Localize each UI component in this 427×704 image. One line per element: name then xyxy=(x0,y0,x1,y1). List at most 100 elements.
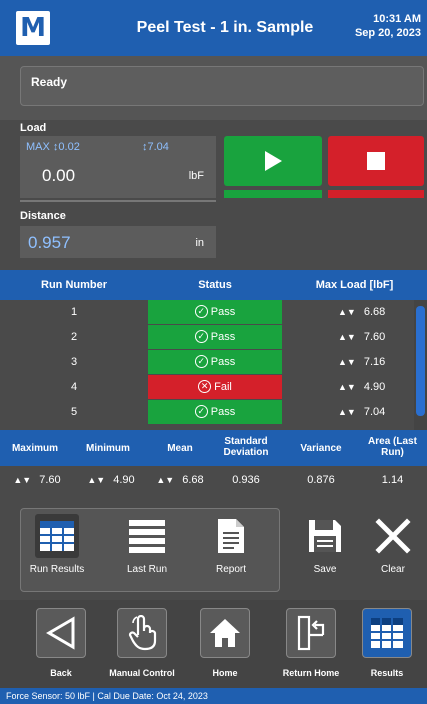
stat-mean: ▲▼ 6.68 xyxy=(150,474,210,486)
home-label: Home xyxy=(212,668,238,678)
back-arrow-icon xyxy=(46,616,75,650)
stat-minimum-label: Minimum xyxy=(86,443,130,454)
run-results-button[interactable]: Run Results xyxy=(26,514,88,575)
clock-date: Sep 20, 2023 xyxy=(354,27,421,39)
updown-icon: ▲▼ xyxy=(338,382,356,392)
brand-logo: M xyxy=(16,11,50,45)
max-label: MAX xyxy=(26,141,50,153)
max-load-cell: ▲▼ 6.68 xyxy=(282,300,412,324)
table-row[interactable]: 3 ✓ Pass ▲▼ 7.16 xyxy=(0,350,427,375)
stat-variance-value: 0.876 xyxy=(307,474,335,486)
max-load-cell: ▲▼ 4.90 xyxy=(282,375,412,399)
stat-stddev-label: Standard Deviation xyxy=(223,436,269,458)
run-number-cell: 1 xyxy=(0,300,148,324)
grid-icon xyxy=(35,514,79,558)
distance-label: Distance xyxy=(20,210,66,222)
report-button[interactable]: Report xyxy=(200,514,262,575)
play-icon xyxy=(264,151,282,171)
stat-mean-value: 6.68 xyxy=(182,474,204,486)
table-row[interactable]: 1 ✓ Pass ▲▼ 6.68 xyxy=(0,300,427,325)
hand-pointer-icon xyxy=(128,615,157,651)
start-button[interactable] xyxy=(224,136,322,186)
stop-button[interactable] xyxy=(328,136,424,186)
stat-stddev-value: 0.936 xyxy=(232,474,260,486)
status-text: Pass xyxy=(210,331,236,343)
max-load-cell: ▲▼ 7.60 xyxy=(282,325,412,349)
report-label: Report xyxy=(215,564,246,575)
results-nav-button[interactable] xyxy=(362,608,412,658)
status-cell: ✕ Fail xyxy=(148,375,282,399)
check-circle-icon: ✓ xyxy=(194,329,208,343)
max-load-value: 4.90 xyxy=(363,381,386,393)
max-value: 0.02 xyxy=(58,141,80,153)
table-row[interactable]: 2 ✓ Pass ▲▼ 7.60 xyxy=(0,325,427,350)
stat-minimum: ▲▼ 4.90 xyxy=(78,474,144,486)
run-results-label: Run Results xyxy=(29,564,85,575)
results-nav-label: Results xyxy=(370,668,404,678)
table-row[interactable]: 4 ✕ Fail ▲▼ 4.90 xyxy=(0,375,427,400)
updown-icon: ▲▼ xyxy=(87,475,106,485)
max-load-cell: ▲▼ 7.04 xyxy=(282,400,412,424)
last-run-label: Last Run xyxy=(126,564,168,575)
distance-value: 0.957 xyxy=(28,233,71,252)
stat-variance-label: Variance xyxy=(300,443,342,454)
page-title: Peel Test - 1 in. Sample xyxy=(136,19,314,36)
max-load-value: 6.68 xyxy=(363,306,386,318)
run-number-cell: 5 xyxy=(0,400,148,424)
return-home-button[interactable] xyxy=(286,608,336,658)
max-load-cell: ▲▼ 7.16 xyxy=(282,350,412,374)
stat-area-value: 1.14 xyxy=(381,474,404,486)
check-circle-icon: ✓ xyxy=(194,354,208,368)
load-max: MAX ↕0.02 xyxy=(26,141,80,153)
clear-button[interactable]: Clear xyxy=(362,514,424,575)
stat-mean-label: Mean xyxy=(167,443,193,454)
close-icon xyxy=(371,514,415,558)
results-table-header: Run Number Status Max Load [lbF] xyxy=(0,270,427,300)
load-label: Load xyxy=(20,122,47,134)
manual-control-button[interactable] xyxy=(117,608,167,658)
home-icon xyxy=(210,619,240,647)
updown-icon: ▲▼ xyxy=(338,307,356,317)
clock: 10:31 AM Sep 20, 2023 xyxy=(355,12,421,40)
back-button[interactable] xyxy=(36,608,86,658)
load-min: ↕7.04 xyxy=(142,141,169,153)
max-load-value: 7.04 xyxy=(363,406,386,418)
status-text: Pass xyxy=(210,356,236,368)
table-row[interactable]: 5 ✓ Pass ▲▼ 7.04 xyxy=(0,400,427,425)
status-cell: ✓ Pass xyxy=(148,300,282,324)
manual-control-label: Manual Control xyxy=(109,668,175,678)
status-cell: ✓ Pass xyxy=(148,350,282,374)
status-text: Ready xyxy=(31,75,68,89)
floppy-disk-icon xyxy=(303,514,347,558)
lines-icon xyxy=(125,514,169,558)
stat-minimum-value: 4.90 xyxy=(113,474,135,486)
x-circle-icon: ✕ xyxy=(198,379,212,393)
min-value: 7.04 xyxy=(147,141,169,153)
return-home-icon xyxy=(297,615,325,651)
stats-header: Maximum Minimum Mean Standard Deviation … xyxy=(0,430,427,466)
load-value: 0.00 xyxy=(42,166,76,185)
run-number-cell: 2 xyxy=(0,325,148,349)
logo-letter: M xyxy=(20,13,46,43)
stop-indicator-bar xyxy=(328,190,424,198)
last-run-button[interactable]: Last Run xyxy=(116,514,178,575)
return-home-label: Return Home xyxy=(282,668,340,678)
check-circle-icon: ✓ xyxy=(194,304,208,318)
max-load-value: 7.60 xyxy=(363,331,386,343)
status-area: Ready xyxy=(0,56,427,120)
results-scrollbar[interactable] xyxy=(416,306,425,416)
updown-icon: ▲▼ xyxy=(338,332,356,342)
stat-maximum-label: Maximum xyxy=(11,443,59,454)
status-cell: ✓ Pass xyxy=(148,400,282,424)
home-button[interactable] xyxy=(200,608,250,658)
clock-time: 10:31 AM xyxy=(373,13,421,25)
distance-readout: 0.957 in xyxy=(20,226,216,258)
run-number-cell: 4 xyxy=(0,375,148,399)
save-button[interactable]: Save xyxy=(294,514,356,575)
results-table[interactable]: 1 ✓ Pass ▲▼ 6.68 2 ✓ Pass ▲▼ 7.60 3 ✓ Pass ▲▼… xyxy=(0,300,427,430)
document-icon xyxy=(209,514,253,558)
load-unit: lbF xyxy=(188,170,204,182)
distance-unit: in xyxy=(195,237,204,249)
status-box: Ready xyxy=(20,66,424,106)
col-status: Status xyxy=(198,279,232,291)
